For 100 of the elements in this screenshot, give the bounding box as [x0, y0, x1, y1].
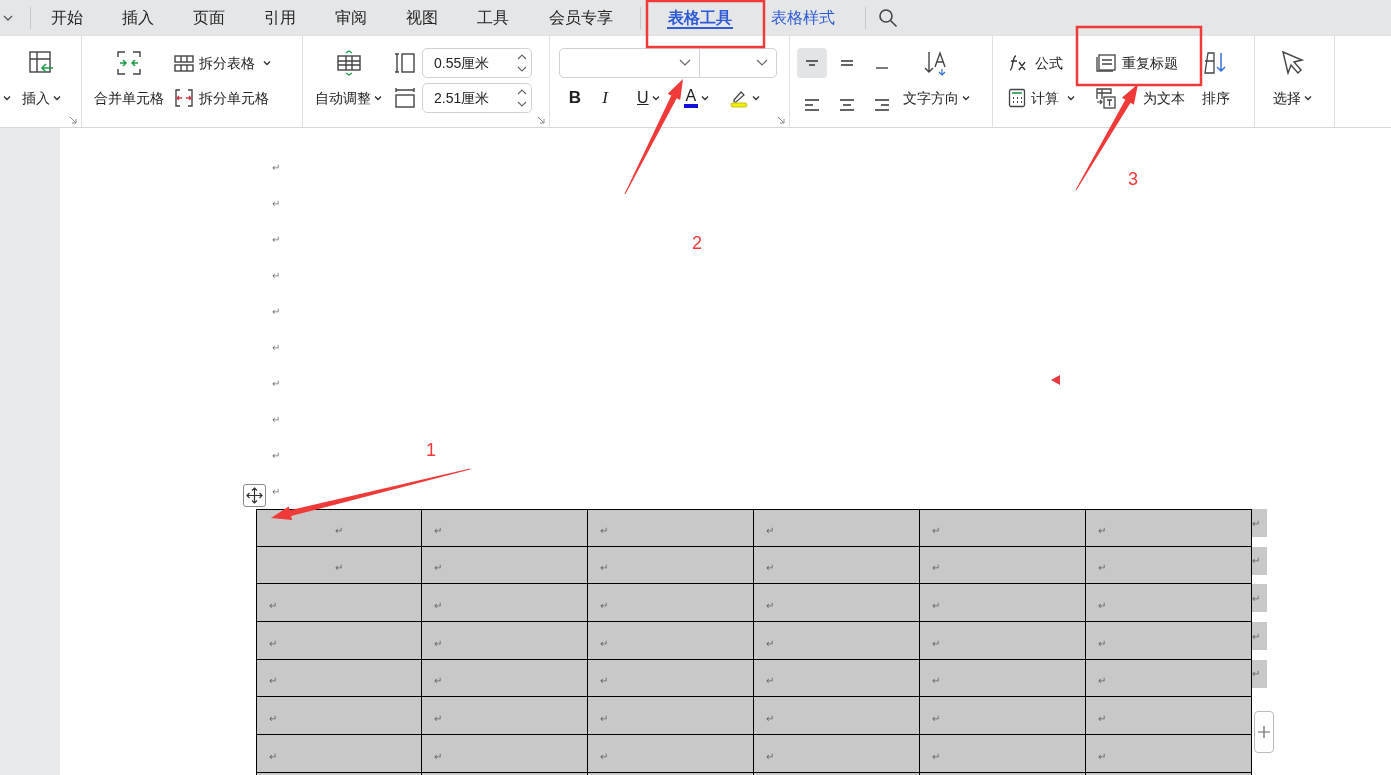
table-cell: ↵	[1086, 584, 1252, 623]
autofit-button[interactable]: 自动调整	[315, 48, 382, 127]
caret-icon	[1304, 94, 1312, 102]
table-cell: ↵	[920, 622, 1086, 660]
align-icon	[805, 99, 819, 111]
ribbon-tab[interactable]: 插入	[102, 0, 173, 36]
paragraph-mark: ↵	[272, 232, 280, 247]
split-table-button[interactable]: 拆分表格	[174, 48, 271, 78]
table-cell: ↵	[588, 735, 754, 773]
caret-icon	[651, 94, 660, 102]
table-cell: ↵	[256, 622, 422, 660]
dialog-launcher-icon[interactable]	[69, 116, 77, 124]
font-size-field[interactable]	[700, 48, 777, 78]
search-icon[interactable]	[878, 8, 898, 28]
row-height-field[interactable]: 0.55厘米	[422, 48, 532, 78]
move-handle[interactable]	[243, 484, 266, 507]
caret-icon	[962, 94, 970, 102]
table-cell: ↵	[754, 697, 920, 736]
table-cell: ↵	[754, 546, 920, 585]
table-cell: ↵	[422, 546, 588, 585]
table-cell: ↵	[256, 509, 422, 547]
column-width-field[interactable]: 2.51厘米	[422, 83, 532, 113]
formula-button[interactable]: 公式	[1008, 48, 1078, 78]
annotation-number: 2	[692, 234, 702, 252]
table-cell: ↵	[1086, 697, 1252, 736]
ribbon-tab[interactable]: 视图	[386, 0, 457, 36]
dialog-launcher-icon[interactable]	[777, 116, 785, 124]
ribbon-tab[interactable]: 开始	[31, 0, 102, 36]
align-icon	[806, 60, 818, 66]
table-cell: ↵	[256, 735, 422, 773]
annotation-number: 3	[1128, 170, 1138, 188]
underline-button[interactable]: U	[637, 86, 660, 110]
caret-icon	[374, 94, 382, 102]
calculator-icon	[1008, 88, 1026, 108]
table-cell: ↵	[920, 659, 1086, 698]
table-to-text-icon	[1095, 87, 1117, 109]
table-cell: ↵	[754, 735, 920, 773]
insert-button[interactable]: 插入	[11, 48, 71, 127]
table-cell: ↵	[256, 697, 422, 736]
table-cell: ↵	[588, 622, 754, 660]
ribbon-tab[interactable]: 页面	[173, 0, 244, 36]
row-height-icon	[394, 52, 416, 74]
repeat-header-button[interactable]: 重复标题	[1090, 48, 1190, 78]
table-cell: ↵	[588, 509, 754, 547]
triangle-icon	[1051, 375, 1060, 385]
calculate-button[interactable]: 计算	[1008, 83, 1078, 113]
table-cell: ↵	[588, 697, 754, 736]
row-end-mark: ↵	[1252, 659, 1267, 688]
ribbon-tab[interactable]: 审阅	[315, 0, 386, 36]
paragraph-mark: ↵	[272, 484, 280, 499]
table-cell: ↵	[754, 622, 920, 660]
table-cell: ↵	[422, 509, 588, 547]
table-cell: ↵	[754, 659, 920, 698]
font-name-field[interactable]	[559, 48, 700, 78]
repeat-header-icon	[1095, 53, 1117, 73]
caret-icon	[701, 94, 710, 102]
align-button[interactable]	[797, 48, 827, 78]
chevron-down-icon	[679, 59, 691, 67]
table-cell: ↵	[754, 509, 920, 547]
annotation-number: 1	[426, 441, 436, 459]
select-button[interactable]: 选择	[1273, 48, 1312, 127]
sort-button[interactable]: 排序	[1202, 48, 1230, 127]
ribbon-tab[interactable]: 会员专享	[528, 0, 634, 36]
ribbon-tab[interactable]: 表格工具	[647, 0, 753, 36]
row-end-mark: ↵	[1252, 584, 1267, 613]
table-cell: ↵	[422, 622, 588, 660]
table-cell: ↵	[256, 546, 422, 585]
table-cell: ↵	[754, 584, 920, 623]
caret-icon	[52, 94, 61, 102]
row-end-mark: ↵	[1252, 546, 1267, 575]
ribbon-tab[interactable]: 引用	[244, 0, 315, 36]
table-cell: ↵	[422, 584, 588, 623]
bold-button[interactable]: B	[567, 85, 583, 111]
table-cell: ↵	[920, 509, 1086, 547]
ribbon-tab[interactable]: 工具	[457, 0, 528, 36]
table-cell: ↵	[1086, 546, 1252, 585]
ribbon-tab[interactable]: 表格样式	[753, 0, 853, 36]
align-icon	[841, 60, 853, 66]
table-cell: ↵	[1086, 509, 1252, 547]
text-direction-button[interactable]: 文字方向	[903, 48, 970, 127]
table-cell: ↵	[1086, 735, 1252, 773]
paragraph-mark: ↵	[272, 412, 280, 427]
table-cell: ↵	[256, 659, 422, 698]
convert-to-text-button[interactable]: 为文本	[1090, 83, 1190, 113]
merge-cells-button[interactable]: 合并单元格	[94, 48, 164, 127]
caret-icon	[752, 94, 761, 102]
paragraph-mark: ↵	[272, 448, 280, 463]
merge-cells-icon	[115, 49, 143, 77]
table-cell: ↵	[422, 735, 588, 773]
align-icon	[840, 99, 854, 111]
column-width-icon	[394, 87, 416, 109]
autofit-icon	[334, 49, 363, 77]
italic-button[interactable]: I	[597, 85, 613, 111]
plus-icon	[1258, 726, 1270, 738]
table-cell: ↵	[588, 584, 754, 623]
caret-icon	[263, 59, 271, 67]
paragraph-mark: ↵	[272, 196, 280, 211]
split-cells-button[interactable]: 拆分单元格	[174, 83, 271, 113]
table-cell: ↵	[920, 546, 1086, 585]
dialog-launcher-icon[interactable]	[537, 116, 545, 124]
